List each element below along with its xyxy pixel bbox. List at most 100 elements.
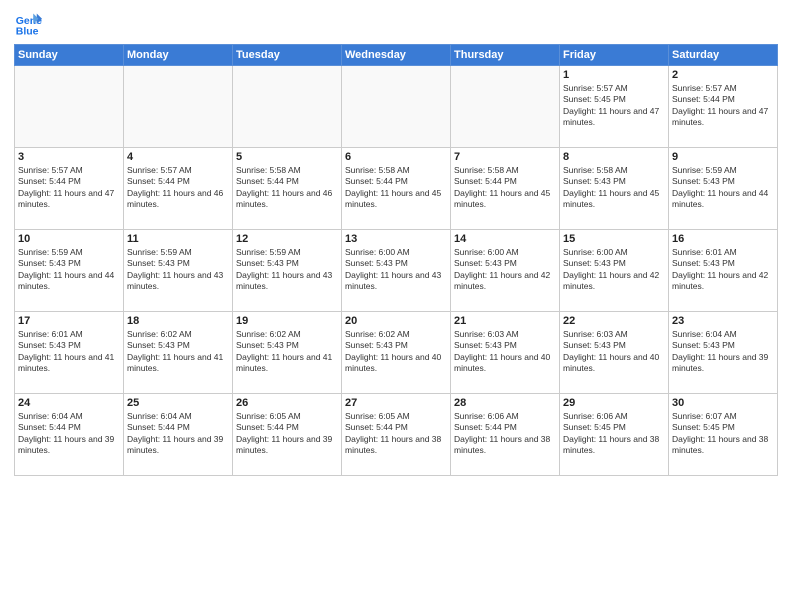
day-number: 4 bbox=[127, 151, 229, 163]
day-number: 8 bbox=[563, 151, 665, 163]
calendar-cell bbox=[451, 66, 560, 148]
day-number: 20 bbox=[345, 315, 447, 327]
day-number: 19 bbox=[236, 315, 338, 327]
calendar-cell: 21 Sunrise: 6:03 AM Sunset: 5:43 PM Dayli… bbox=[451, 312, 560, 394]
day-number: 9 bbox=[672, 151, 774, 163]
calendar-cell: 11 Sunrise: 5:59 AM Sunset: 5:43 PM Dayli… bbox=[124, 230, 233, 312]
weekday-header-wednesday: Wednesday bbox=[342, 45, 451, 66]
day-info: Sunrise: 6:04 AM Sunset: 5:44 PM Dayligh… bbox=[127, 411, 229, 457]
day-info: Sunrise: 5:59 AM Sunset: 5:43 PM Dayligh… bbox=[672, 165, 774, 211]
day-number: 5 bbox=[236, 151, 338, 163]
day-info: Sunrise: 5:59 AM Sunset: 5:43 PM Dayligh… bbox=[18, 247, 120, 293]
day-info: Sunrise: 6:03 AM Sunset: 5:43 PM Dayligh… bbox=[454, 329, 556, 375]
day-number: 13 bbox=[345, 233, 447, 245]
calendar-week-5: 24 Sunrise: 6:04 AM Sunset: 5:44 PM Dayli… bbox=[15, 394, 778, 476]
calendar-week-4: 17 Sunrise: 6:01 AM Sunset: 5:43 PM Dayli… bbox=[15, 312, 778, 394]
day-info: Sunrise: 6:00 AM Sunset: 5:43 PM Dayligh… bbox=[345, 247, 447, 293]
day-number: 18 bbox=[127, 315, 229, 327]
day-info: Sunrise: 5:58 AM Sunset: 5:44 PM Dayligh… bbox=[345, 165, 447, 211]
day-number: 3 bbox=[18, 151, 120, 163]
weekday-header-monday: Monday bbox=[124, 45, 233, 66]
calendar-cell: 10 Sunrise: 5:59 AM Sunset: 5:43 PM Dayli… bbox=[15, 230, 124, 312]
day-info: Sunrise: 6:04 AM Sunset: 5:44 PM Dayligh… bbox=[18, 411, 120, 457]
calendar-cell: 6 Sunrise: 5:58 AM Sunset: 5:44 PM Daylig… bbox=[342, 148, 451, 230]
day-number: 24 bbox=[18, 397, 120, 409]
day-number: 27 bbox=[345, 397, 447, 409]
day-number: 10 bbox=[18, 233, 120, 245]
calendar-cell: 9 Sunrise: 5:59 AM Sunset: 5:43 PM Daylig… bbox=[669, 148, 778, 230]
logo-icon: General Blue bbox=[14, 10, 42, 38]
day-info: Sunrise: 6:05 AM Sunset: 5:44 PM Dayligh… bbox=[236, 411, 338, 457]
calendar-cell: 2 Sunrise: 5:57 AM Sunset: 5:44 PM Daylig… bbox=[669, 66, 778, 148]
day-number: 21 bbox=[454, 315, 556, 327]
calendar-cell: 27Sunrise: 6:05 AM Sunset: 5:44 PM Dayli… bbox=[342, 394, 451, 476]
calendar-cell: 25 Sunrise: 6:04 AM Sunset: 5:44 PM Dayli… bbox=[124, 394, 233, 476]
day-number: 28 bbox=[454, 397, 556, 409]
day-info: Sunrise: 6:07 AM Sunset: 5:45 PM Dayligh… bbox=[672, 411, 774, 457]
day-number: 11 bbox=[127, 233, 229, 245]
day-number: 14 bbox=[454, 233, 556, 245]
day-number: 15 bbox=[563, 233, 665, 245]
day-number: 6 bbox=[345, 151, 447, 163]
calendar-table: SundayMondayTuesdayWednesdayThursdayFrid… bbox=[14, 44, 778, 476]
logo: General Blue bbox=[14, 10, 46, 38]
calendar-cell: 20 Sunrise: 6:02 AM Sunset: 5:43 PM Dayli… bbox=[342, 312, 451, 394]
calendar-cell: 13 Sunrise: 6:00 AM Sunset: 5:43 PM Dayli… bbox=[342, 230, 451, 312]
calendar-cell: 14 Sunrise: 6:00 AM Sunset: 5:43 PM Dayli… bbox=[451, 230, 560, 312]
header: General Blue bbox=[14, 10, 778, 38]
calendar-cell: 3 Sunrise: 5:57 AM Sunset: 5:44 PM Daylig… bbox=[15, 148, 124, 230]
day-info: Sunrise: 5:58 AM Sunset: 5:44 PM Dayligh… bbox=[454, 165, 556, 211]
svg-text:Blue: Blue bbox=[16, 26, 39, 38]
calendar-cell: 4 Sunrise: 5:57 AM Sunset: 5:44 PM Daylig… bbox=[124, 148, 233, 230]
day-info: Sunrise: 5:57 AM Sunset: 5:45 PM Dayligh… bbox=[563, 83, 665, 129]
day-number: 29 bbox=[563, 397, 665, 409]
calendar-cell: 17 Sunrise: 6:01 AM Sunset: 5:43 PM Dayli… bbox=[15, 312, 124, 394]
day-number: 7 bbox=[454, 151, 556, 163]
day-info: Sunrise: 6:03 AM Sunset: 5:43 PM Dayligh… bbox=[563, 329, 665, 375]
day-number: 2 bbox=[672, 69, 774, 81]
weekday-header-friday: Friday bbox=[560, 45, 669, 66]
calendar-week-3: 10 Sunrise: 5:59 AM Sunset: 5:43 PM Dayli… bbox=[15, 230, 778, 312]
day-number: 17 bbox=[18, 315, 120, 327]
weekday-header-row: SundayMondayTuesdayWednesdayThursdayFrid… bbox=[15, 45, 778, 66]
calendar-cell: 22 Sunrise: 6:03 AM Sunset: 5:43 PM Dayli… bbox=[560, 312, 669, 394]
calendar-week-2: 3 Sunrise: 5:57 AM Sunset: 5:44 PM Daylig… bbox=[15, 148, 778, 230]
calendar-cell: 8Sunrise: 5:58 AM Sunset: 5:43 PM Daylig… bbox=[560, 148, 669, 230]
day-number: 23 bbox=[672, 315, 774, 327]
calendar-cell: 12Sunrise: 5:59 AM Sunset: 5:43 PM Dayli… bbox=[233, 230, 342, 312]
day-info: Sunrise: 6:06 AM Sunset: 5:44 PM Dayligh… bbox=[454, 411, 556, 457]
calendar-cell: 26 Sunrise: 6:05 AM Sunset: 5:44 PM Dayli… bbox=[233, 394, 342, 476]
day-number: 16 bbox=[672, 233, 774, 245]
weekday-header-sunday: Sunday bbox=[15, 45, 124, 66]
day-info: Sunrise: 5:57 AM Sunset: 5:44 PM Dayligh… bbox=[18, 165, 120, 211]
calendar-cell: 15Sunrise: 6:00 AM Sunset: 5:43 PM Dayli… bbox=[560, 230, 669, 312]
calendar-cell: 30 Sunrise: 6:07 AM Sunset: 5:45 PM Dayli… bbox=[669, 394, 778, 476]
calendar-cell: 18 Sunrise: 6:02 AM Sunset: 5:43 PM Dayli… bbox=[124, 312, 233, 394]
calendar-cell: 24 Sunrise: 6:04 AM Sunset: 5:44 PM Dayli… bbox=[15, 394, 124, 476]
day-info: Sunrise: 6:02 AM Sunset: 5:43 PM Dayligh… bbox=[127, 329, 229, 375]
day-info: Sunrise: 5:59 AM Sunset: 5:43 PM Dayligh… bbox=[236, 247, 338, 293]
day-info: Sunrise: 6:04 AM Sunset: 5:43 PM Dayligh… bbox=[672, 329, 774, 375]
day-info: Sunrise: 5:57 AM Sunset: 5:44 PM Dayligh… bbox=[127, 165, 229, 211]
weekday-header-tuesday: Tuesday bbox=[233, 45, 342, 66]
calendar-cell bbox=[233, 66, 342, 148]
calendar-cell bbox=[15, 66, 124, 148]
day-info: Sunrise: 6:00 AM Sunset: 5:43 PM Dayligh… bbox=[454, 247, 556, 293]
calendar-cell: 29 Sunrise: 6:06 AM Sunset: 5:45 PM Dayli… bbox=[560, 394, 669, 476]
calendar-cell: 1Sunrise: 5:57 AM Sunset: 5:45 PM Daylig… bbox=[560, 66, 669, 148]
day-info: Sunrise: 5:58 AM Sunset: 5:44 PM Dayligh… bbox=[236, 165, 338, 211]
day-number: 25 bbox=[127, 397, 229, 409]
day-info: Sunrise: 6:06 AM Sunset: 5:45 PM Dayligh… bbox=[563, 411, 665, 457]
calendar-cell: 28 Sunrise: 6:06 AM Sunset: 5:44 PM Dayli… bbox=[451, 394, 560, 476]
day-info: Sunrise: 6:01 AM Sunset: 5:43 PM Dayligh… bbox=[18, 329, 120, 375]
day-info: Sunrise: 6:02 AM Sunset: 5:43 PM Dayligh… bbox=[345, 329, 447, 375]
calendar-week-1: 1Sunrise: 5:57 AM Sunset: 5:45 PM Daylig… bbox=[15, 66, 778, 148]
day-number: 26 bbox=[236, 397, 338, 409]
day-info: Sunrise: 5:57 AM Sunset: 5:44 PM Dayligh… bbox=[672, 83, 774, 129]
calendar-cell bbox=[124, 66, 233, 148]
day-number: 22 bbox=[563, 315, 665, 327]
day-info: Sunrise: 5:59 AM Sunset: 5:43 PM Dayligh… bbox=[127, 247, 229, 293]
day-number: 30 bbox=[672, 397, 774, 409]
calendar-cell bbox=[342, 66, 451, 148]
weekday-header-thursday: Thursday bbox=[451, 45, 560, 66]
